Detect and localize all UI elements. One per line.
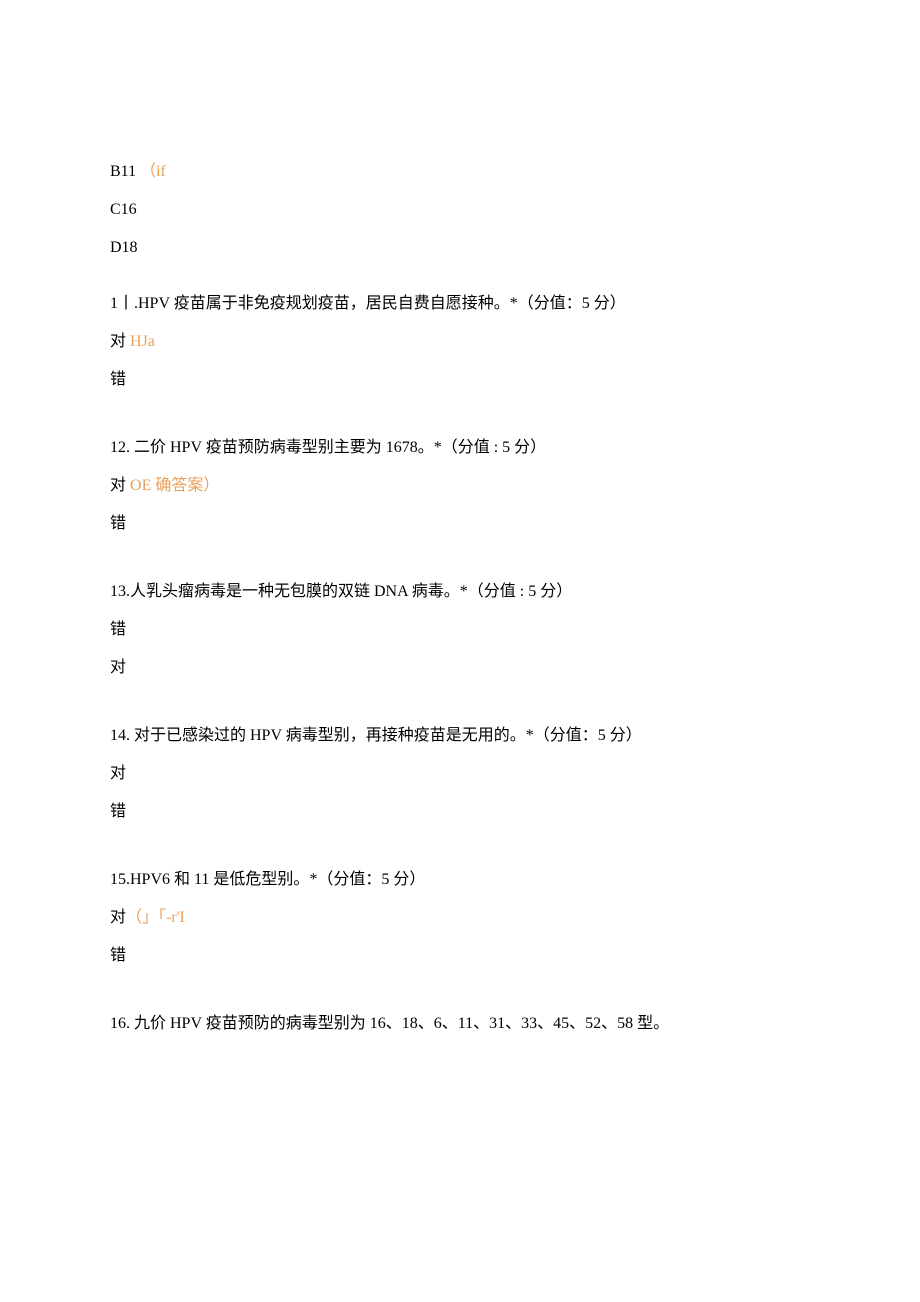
question-13: 13.人乳头瘤病毒是一种无包膜的双链 DNA 病毒。*（分值 : 5 分）: [110, 580, 810, 604]
option-b-text: B11: [110, 163, 136, 180]
q12-opt1a: 对: [110, 477, 126, 494]
q11-opt1b: HJa: [126, 333, 155, 350]
option-b-annot: （if: [140, 163, 166, 180]
q13-option-2: 对: [110, 656, 810, 680]
q15-option-true: 对（」「-r'I: [110, 906, 810, 930]
question-14: 14. 对于已感染过的 HPV 病毒型别，再接种疫苗是无用的。*（分值：5 分）: [110, 724, 810, 748]
q14-option-1: 对: [110, 762, 810, 786]
option-c: C16: [110, 198, 810, 222]
question-16: 16. 九价 HPV 疫苗预防的病毒型别为 16、18、6、11、31、33、4…: [110, 1012, 810, 1036]
question-15: 15.HPV6 和 11 是低危型别。*（分值：5 分）: [110, 868, 810, 892]
q15-option-false: 错: [110, 944, 810, 968]
q12-option-true: 对 OE 确答案）: [110, 474, 810, 498]
q11-opt1a: 对: [110, 333, 126, 350]
question-11: 1丨.HPV 疫苗属于非免疫规划疫苗，居民自费自愿接种。*（分值：5 分）: [110, 292, 810, 316]
q12-option-false: 错: [110, 512, 810, 536]
q14-option-2: 错: [110, 800, 810, 824]
q12-opt1b: OE 确答案）: [126, 477, 219, 494]
option-d: D18: [110, 236, 810, 260]
option-b: B11 （if: [110, 160, 810, 184]
q15-opt1a: 对: [110, 909, 126, 926]
q11-option-true: 对 HJa: [110, 330, 810, 354]
q15-opt1b: （」「-r'I: [126, 909, 185, 926]
q13-option-1: 错: [110, 618, 810, 642]
q11-option-false: 错: [110, 368, 810, 392]
document-page: B11 （if C16 D18 1丨.HPV 疫苗属于非免疫规划疫苗，居民自费自…: [0, 0, 920, 1150]
question-12: 12. 二价 HPV 疫苗预防病毒型别主要为 1678。*（分值 : 5 分）: [110, 436, 810, 460]
